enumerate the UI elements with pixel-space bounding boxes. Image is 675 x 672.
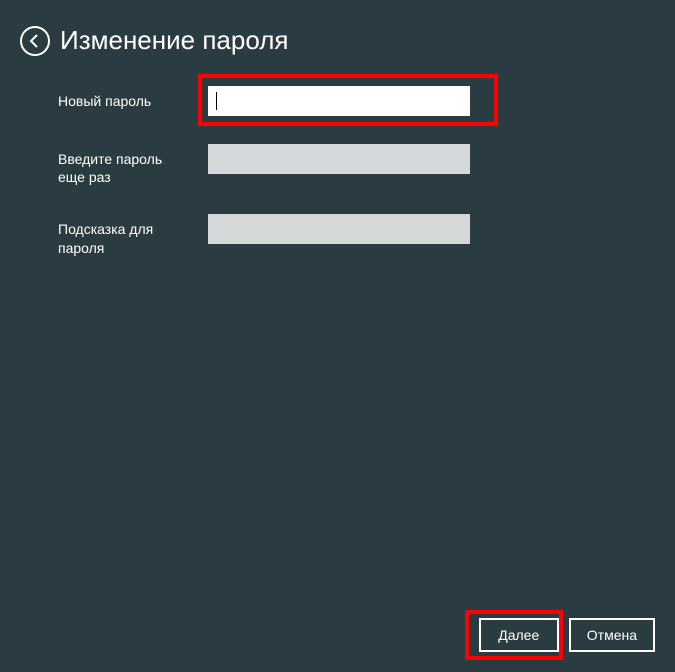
text-caret (216, 92, 217, 110)
confirm-password-input[interactable] (208, 144, 470, 174)
confirm-password-label: Введите пароль еще раз (58, 144, 188, 186)
password-hint-row: Подсказка для пароля (58, 214, 617, 256)
new-password-row: Новый пароль (58, 86, 617, 116)
new-password-input-wrap (208, 86, 470, 116)
confirm-password-row: Введите пароль еще раз (58, 144, 617, 186)
password-hint-label: Подсказка для пароля (58, 214, 188, 256)
new-password-input[interactable] (208, 86, 470, 116)
form-area: Новый пароль Введите пароль еще раз Подс… (0, 66, 675, 305)
header: Изменение пароля (0, 0, 675, 66)
footer: Далее Отмена (479, 618, 655, 652)
arrow-left-icon (27, 33, 43, 49)
confirm-password-input-wrap (208, 144, 470, 174)
page-title: Изменение пароля (60, 25, 288, 56)
password-hint-input[interactable] (208, 214, 470, 244)
password-hint-input-wrap (208, 214, 470, 244)
next-button[interactable]: Далее (479, 618, 559, 652)
back-button[interactable] (20, 26, 50, 56)
new-password-label: Новый пароль (58, 86, 188, 110)
cancel-button[interactable]: Отмена (569, 618, 655, 652)
